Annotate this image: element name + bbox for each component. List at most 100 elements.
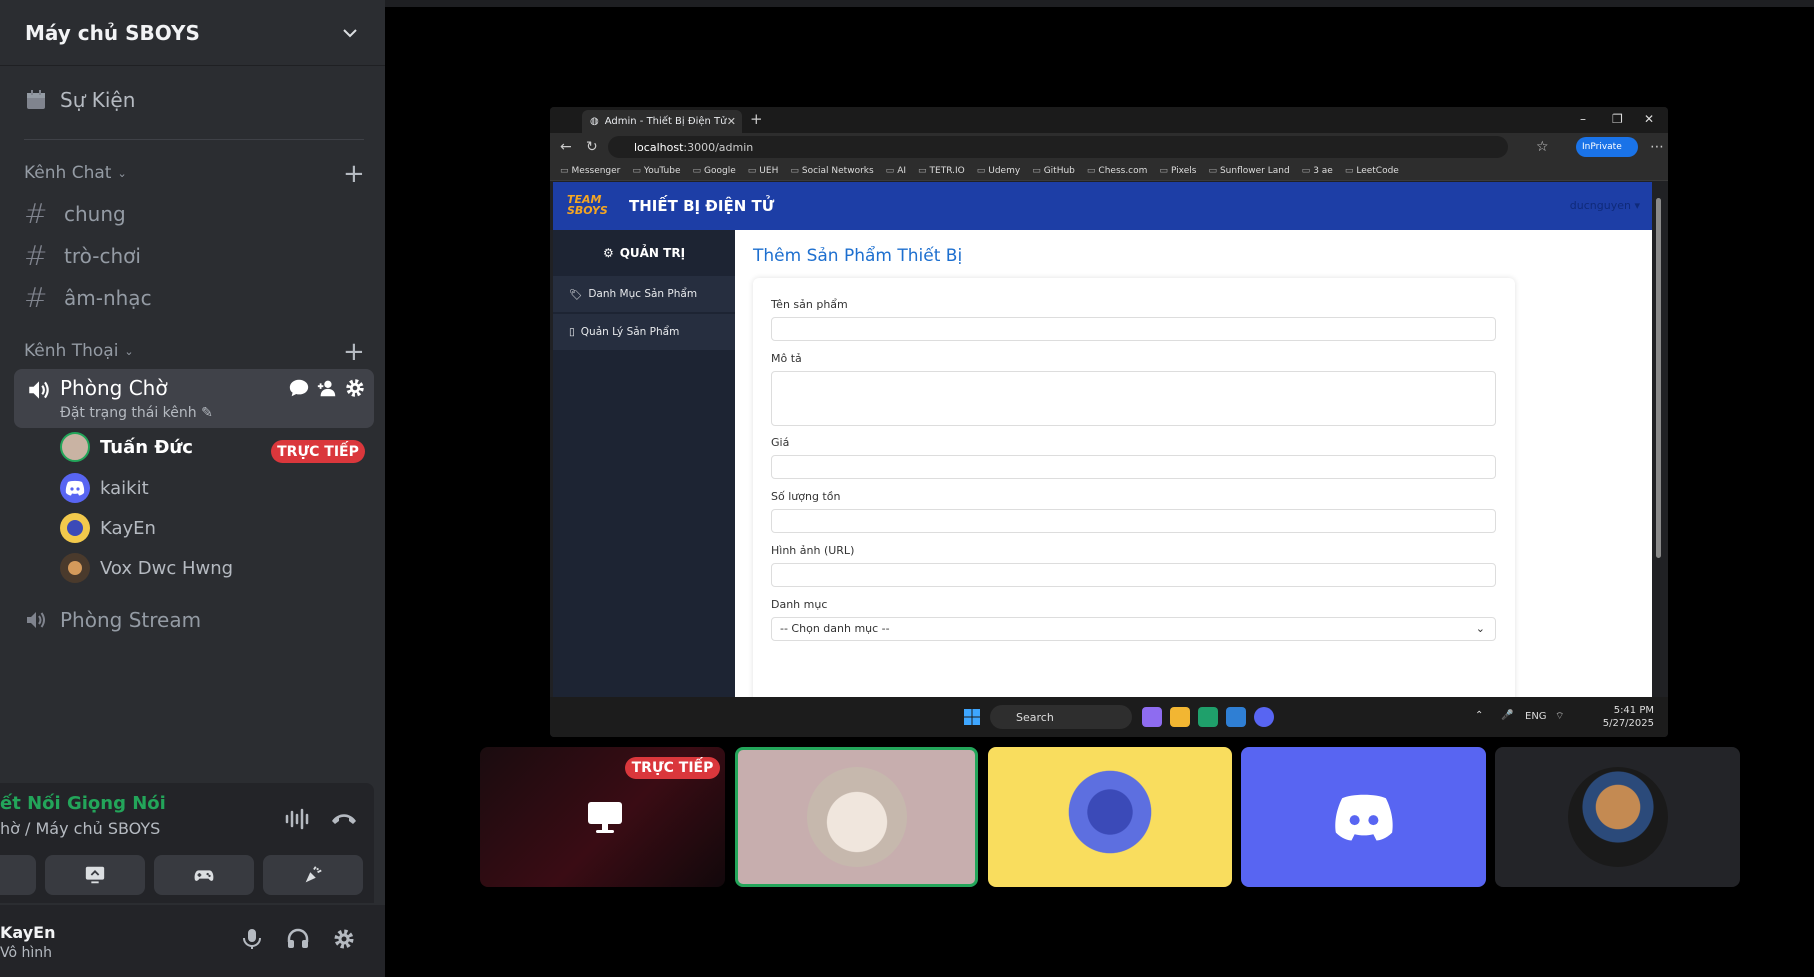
screen-share-icon <box>85 866 105 884</box>
brand-logo[interactable]: TEAM SBOYS <box>567 194 617 216</box>
create-voice-channel-button[interactable]: + <box>343 339 365 365</box>
channel-am-nhac[interactable]: # âm-nhạc <box>24 281 152 314</box>
refresh-icon[interactable]: ↻ <box>586 139 598 155</box>
channel-chung[interactable]: # chung <box>24 197 126 230</box>
soundboard-button[interactable] <box>263 855 363 895</box>
scrollbar-thumb[interactable] <box>1656 198 1661 558</box>
back-icon[interactable]: ← <box>560 139 572 155</box>
bookmark[interactable]: Udemy <box>977 166 1020 176</box>
voice-category-header[interactable]: Kênh Thoại ⌄ <box>24 341 134 361</box>
windows-start-icon[interactable] <box>964 709 980 725</box>
gear-icon[interactable] <box>332 927 356 951</box>
voice-connected-label[interactable]: ết Nối Giọng Nói <box>0 793 166 814</box>
nav-products[interactable]: ▯ Quản Lý Sản Phẩm <box>553 314 735 350</box>
voice-channel-phong-stream[interactable]: Phòng Stream <box>24 608 201 632</box>
close-tab-icon[interactable]: ✕ <box>727 115 736 128</box>
brand-title[interactable]: THIẾT BỊ ĐIỆN TỬ <box>629 197 774 215</box>
bookmark[interactable]: GitHub <box>1032 166 1075 176</box>
participant-tile[interactable] <box>1241 747 1486 887</box>
nav-label: Quản Lý Sản Phẩm <box>580 326 680 338</box>
bookmark[interactable]: Sunflower Land <box>1208 166 1290 176</box>
page-scrollbar[interactable] <box>1652 182 1666 697</box>
member-name: KayEn <box>100 517 156 539</box>
camera-button[interactable] <box>0 855 36 895</box>
voice-member[interactable]: Tuấn Đức <box>60 432 193 462</box>
category-select[interactable]: -- Chọn danh mục -- ⌄ <box>771 617 1496 641</box>
file-explorer-icon[interactable] <box>1170 707 1190 727</box>
avatar <box>1060 767 1160 867</box>
voice-member[interactable]: kaikit <box>60 473 149 503</box>
close-window-icon[interactable]: ✕ <box>1644 112 1654 126</box>
share-screen-button[interactable] <box>45 855 145 895</box>
copilot-icon[interactable] <box>1142 707 1162 727</box>
discord-icon[interactable] <box>1254 707 1274 727</box>
inprivate-badge[interactable]: InPrivate <box>1576 137 1638 157</box>
edge-icon[interactable] <box>1198 707 1218 727</box>
wifi-icon[interactable]: ⌔ <box>1555 710 1564 723</box>
events-item[interactable]: Sự Kiện <box>24 88 135 112</box>
more-menu-icon[interactable]: ⋯ <box>1650 139 1664 155</box>
phone-icon: ▯ <box>569 326 575 338</box>
disconnect-icon[interactable] <box>330 809 358 829</box>
screen-share-tile[interactable]: TRỰC TIẾP <box>480 747 725 887</box>
stock-input[interactable] <box>771 509 1496 533</box>
tray-chevron-icon[interactable]: ⌃ <box>1475 710 1483 721</box>
taskbar-clock[interactable]: 5:41 PM 5/27/2025 <box>1603 704 1654 730</box>
url-path: :3000/admin <box>683 140 754 154</box>
text-category-header[interactable]: Kênh Chat ⌄ <box>24 163 127 183</box>
voice-activity-icon[interactable] <box>284 807 312 831</box>
server-header[interactable]: Máy chủ SBOYS <box>0 0 385 66</box>
voice-member[interactable]: KayEn <box>60 513 156 543</box>
bookmark[interactable]: Social Networks <box>790 166 874 176</box>
channel-label: trò-chơi <box>64 243 141 268</box>
participant-tile[interactable] <box>1495 747 1740 887</box>
bookmark[interactable]: 3 ae <box>1302 166 1333 176</box>
speaker-icon <box>27 612 45 628</box>
participant-tile[interactable] <box>735 747 978 887</box>
bookmark[interactable]: Chess.com <box>1087 166 1147 176</box>
voice-location: hờ / Máy chủ SBOYS <box>0 819 161 838</box>
channel-label: chung <box>64 201 126 226</box>
description-textarea[interactable] <box>771 371 1496 426</box>
bookmark[interactable]: TETR.IO <box>918 166 965 176</box>
browser-tab[interactable]: ◍ Admin - Thiết Bị Điện Tử ✕ <box>582 110 742 133</box>
chat-bubble-icon[interactable] <box>288 377 310 399</box>
username[interactable]: KayEn <box>0 923 55 942</box>
participant-tile[interactable] <box>988 747 1232 887</box>
bookmark[interactable]: UEH <box>748 166 778 176</box>
taskbar-search[interactable]: Search <box>990 705 1132 729</box>
restore-icon[interactable]: ❐ <box>1612 112 1623 126</box>
mic-tray-icon[interactable]: 🎤 <box>1501 710 1513 721</box>
add-member-icon[interactable] <box>316 377 338 399</box>
vscode-icon[interactable] <box>1226 707 1246 727</box>
microphone-icon[interactable] <box>240 927 264 951</box>
image-url-input[interactable] <box>771 563 1496 587</box>
channel-tro-choi[interactable]: # trò-chơi <box>24 239 141 272</box>
minimize-icon[interactable]: – <box>1580 112 1586 126</box>
bookmark[interactable]: LeetCode <box>1345 166 1399 176</box>
set-channel-status[interactable]: Đặt trạng thái kênh ✎ <box>60 405 213 421</box>
nav-categories[interactable]: 🏷 Danh Mục Sản Phẩm <box>553 276 735 312</box>
chevron-down-icon <box>343 29 357 38</box>
gear-icon[interactable] <box>344 377 366 399</box>
headphones-icon[interactable] <box>286 927 310 951</box>
live-badge: TRỰC TIẾP <box>625 757 720 779</box>
bookmark[interactable]: Messenger <box>560 166 621 176</box>
bookmark[interactable]: Google <box>693 166 736 176</box>
create-text-channel-button[interactable]: + <box>343 161 365 187</box>
bookmark[interactable]: AI <box>886 166 906 176</box>
bookmark[interactable]: Pixels <box>1159 166 1197 176</box>
new-tab-icon[interactable]: + <box>750 110 763 128</box>
category-label: Danh mục <box>771 598 828 611</box>
streamed-browser-window[interactable]: ◍ Admin - Thiết Bị Điện Tử ✕ + – ❐ ✕ ← ↻… <box>550 107 1668 737</box>
activities-button[interactable] <box>154 855 254 895</box>
user-menu[interactable]: ducnguyen ▾ <box>1570 199 1640 212</box>
bookmark[interactable]: YouTube <box>632 166 681 176</box>
price-input[interactable] <box>771 455 1496 479</box>
address-bar[interactable]: localhost:3000/admin <box>608 136 1508 158</box>
favorites-star-icon[interactable]: ☆ <box>1536 139 1549 155</box>
voice-channel-phong-cho[interactable]: Phòng Chờ Đặt trạng thái kênh ✎ <box>14 369 374 428</box>
language-indicator[interactable]: ENG <box>1525 711 1547 722</box>
product-name-input[interactable] <box>771 317 1496 341</box>
voice-member[interactable]: Vox Dwc Hwng <box>60 553 233 583</box>
